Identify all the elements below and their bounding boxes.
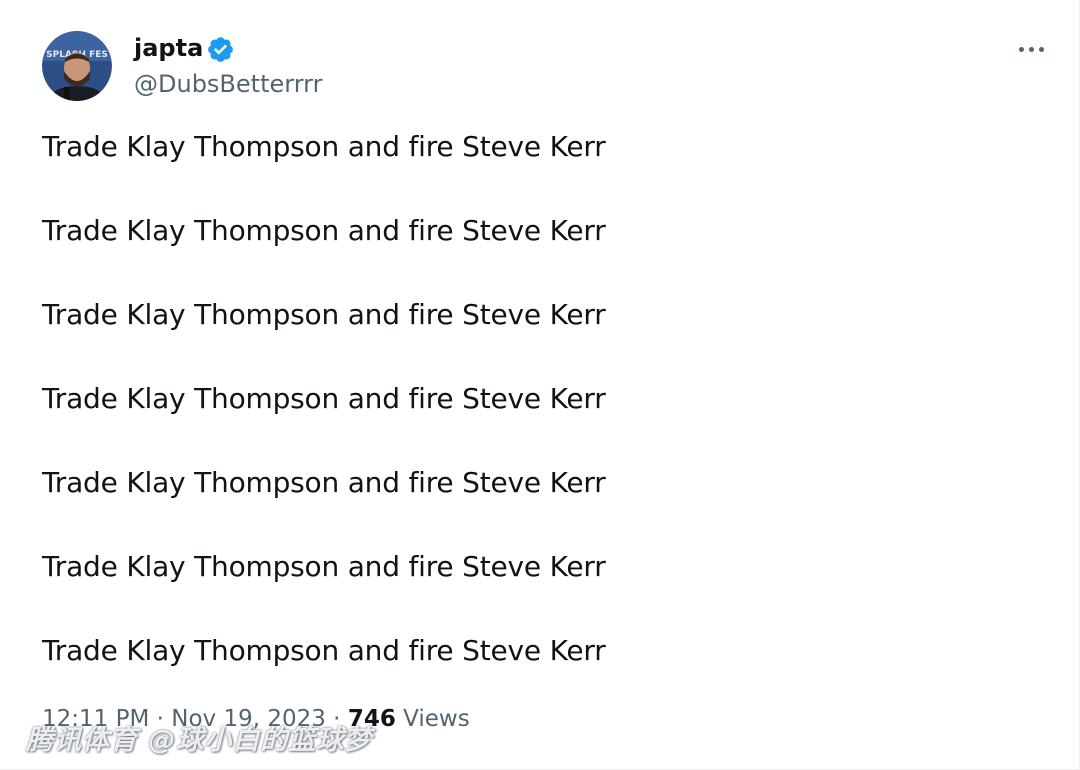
more-horizontal-icon [1018,46,1024,52]
avatar[interactable]: SPLASH FES [42,31,112,101]
author-handle[interactable]: @DubsBetterrrr [134,68,322,100]
tweet-text-line: Trade Klay Thompson and fire Steve Kerr [42,466,606,499]
author-display-name[interactable]: japta [134,31,203,65]
tweet-card: SPLASH FES japta @DubsBetterrrr Trade Kl… [0,0,1080,770]
views-label: Views [403,706,470,732]
tweet-text-line: Trade Klay Thompson and fire Steve Kerr [42,634,606,667]
tweet-text-line: Trade Klay Thompson and fire Steve Kerr [42,550,606,583]
more-horizontal-icon [1038,46,1044,52]
watermark: 腾讯体育 @球小白的篮球梦 [26,725,373,756]
tweet-text-line: Trade Klay Thompson and fire Steve Kerr [42,382,606,415]
tweet-text-line: Trade Klay Thompson and fire Steve Kerr [42,214,606,247]
tweet-text-line: Trade Klay Thompson and fire Steve Kerr [42,298,606,331]
more-options-button[interactable] [1012,36,1050,62]
avatar-image: SPLASH FES [42,31,112,101]
tweet-text-line: Trade Klay Thompson and fire Steve Kerr [42,130,606,163]
more-horizontal-icon [1028,46,1034,52]
verified-badge-icon [206,35,235,64]
